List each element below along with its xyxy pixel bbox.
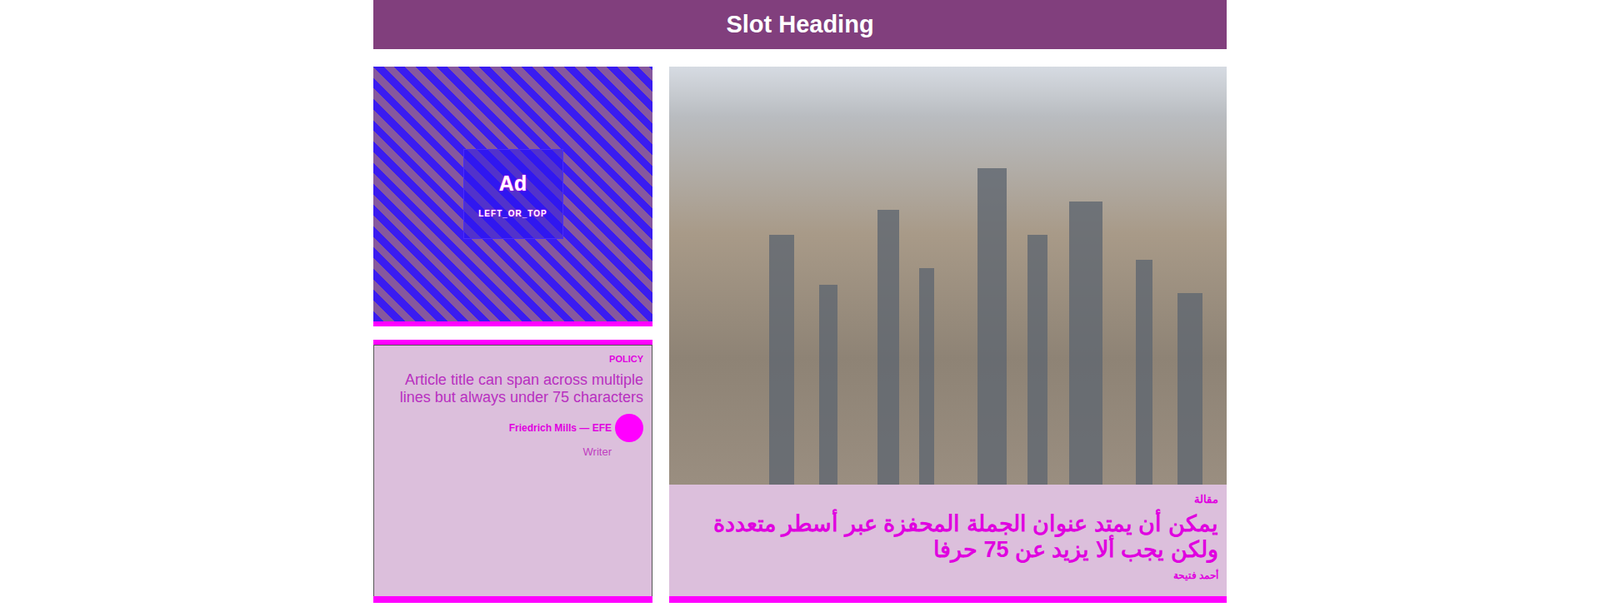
- feature-column: مقالة يمكن أن يمتد عنوان الجملة المحفزة ع…: [669, 66, 1227, 604]
- article-title[interactable]: Article title can span across multiple l…: [382, 371, 644, 408]
- tower-shape: [769, 235, 795, 485]
- author-role: Writer: [382, 444, 612, 461]
- tower-shape: [977, 168, 1007, 485]
- author-avatar-icon: [615, 414, 644, 443]
- left-column: Ad LEFT_OR_TOP POLICY Article title can spa…: [373, 66, 653, 604]
- article-card-body: POLICY Article title can span across mult…: [373, 345, 653, 597]
- tower-shape: [1027, 235, 1048, 485]
- ad-slot-name: LEFT_OR_TOP: [478, 207, 548, 220]
- tower-shape: [919, 268, 935, 485]
- feature-title[interactable]: يمكن أن يمتد عنوان الجملة المحفزة عبر أس…: [680, 511, 1219, 564]
- article-byline: Friedrich Mills — EFE: [509, 420, 612, 436]
- article-kicker: POLICY: [382, 352, 644, 367]
- feature-kicker: مقالة: [680, 491, 1219, 509]
- byline-row: Friedrich Mills — EFE: [382, 414, 644, 443]
- ad-slot[interactable]: Ad LEFT_OR_TOP: [373, 66, 653, 327]
- tower-shape: [1135, 260, 1153, 485]
- slot-body: Ad LEFT_OR_TOP POLICY Article title can spa…: [373, 66, 1227, 604]
- tower-shape: [877, 210, 900, 485]
- tower-shape: [819, 285, 838, 485]
- feature-caption: مقالة يمكن أن يمتد عنوان الجملة المحفزة ع…: [669, 485, 1227, 604]
- article-card[interactable]: POLICY Article title can span across mult…: [373, 340, 653, 604]
- tower-shape: [1177, 293, 1203, 485]
- slot-heading: Slot Heading: [373, 0, 1227, 50]
- tower-shape: [1069, 201, 1103, 485]
- feature-photo[interactable]: [669, 66, 1227, 485]
- ad-label: Ad: [499, 168, 527, 200]
- ad-placeholder: Ad LEFT_OR_TOP: [463, 149, 564, 240]
- feature-author: أحمد فتيحة: [680, 568, 1219, 584]
